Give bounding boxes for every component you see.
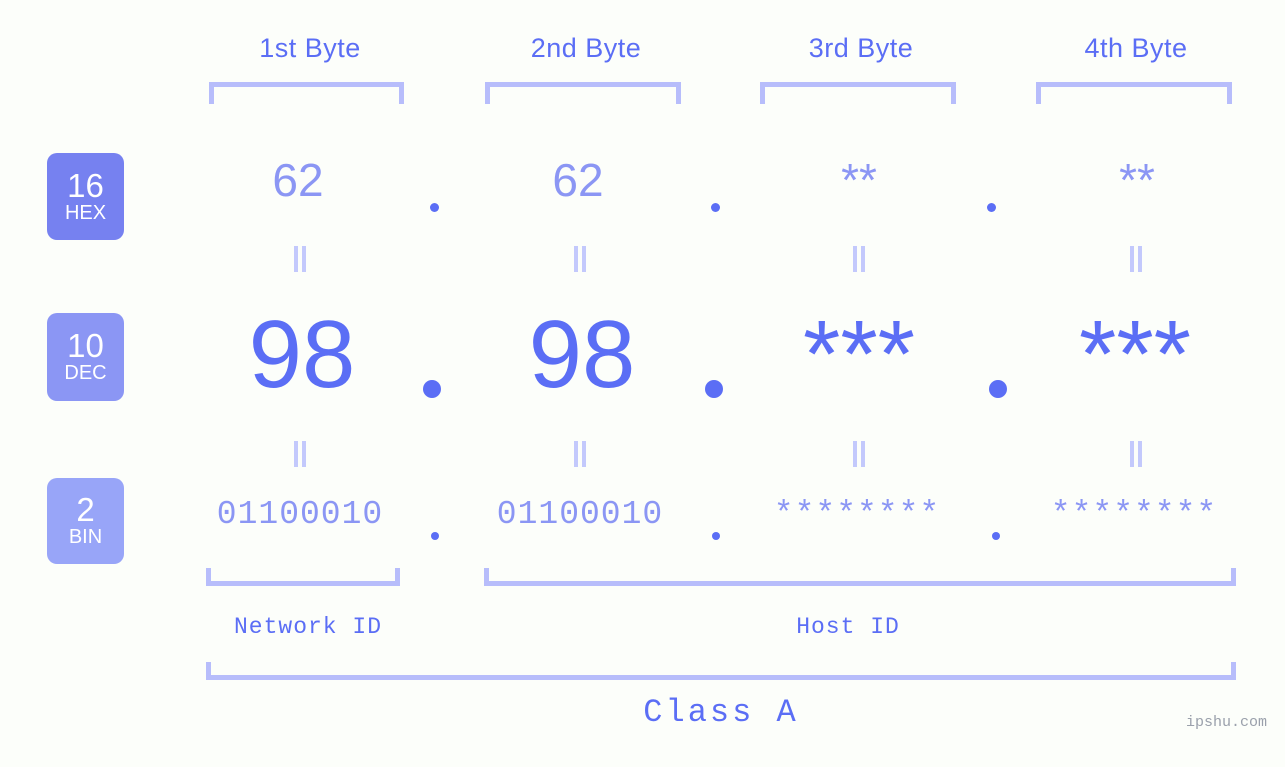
equality-mark-dec-bin-1	[292, 441, 308, 467]
host-id-bracket	[484, 568, 1236, 586]
dec-byte-4-value: ***	[1078, 301, 1192, 408]
bin-separator-dot-2	[712, 532, 720, 540]
bin-byte-3-value: ********	[773, 496, 941, 533]
byte-header-4: 4th Byte	[1084, 33, 1188, 63]
radix-badge-dec-name: DEC	[64, 362, 107, 384]
network-id-label: Network ID	[233, 614, 383, 640]
hex-separator-dot-1	[430, 203, 439, 212]
hex-separator-dot-3	[987, 203, 996, 212]
radix-badge-bin: 2 BIN	[47, 478, 124, 564]
equality-mark-dec-bin-4	[1128, 441, 1144, 467]
network-id-bracket	[206, 568, 400, 586]
dec-byte-1-value: 98	[248, 301, 356, 408]
byte-bracket-2	[485, 82, 681, 104]
hex-byte-1-value: 62	[272, 154, 324, 206]
bin-separator-dot-3	[992, 532, 1000, 540]
radix-badge-dec: 10 DEC	[47, 313, 124, 401]
radix-badge-hex-number: 16	[67, 166, 104, 204]
site-watermark: ipshu.com	[1185, 714, 1267, 731]
class-bracket	[206, 662, 1236, 680]
byte-bracket-3	[760, 82, 956, 104]
equality-mark-hex-dec-3	[851, 246, 867, 272]
byte-header-3: 3rd Byte	[808, 33, 914, 63]
hex-byte-2-value: 62	[552, 154, 604, 206]
bin-byte-1-value: 01100010	[216, 496, 384, 533]
radix-badge-dec-number: 10	[67, 327, 104, 364]
dec-byte-3-value: ***	[802, 301, 916, 408]
equality-mark-hex-dec-2	[572, 246, 588, 272]
host-id-label: Host ID	[796, 614, 900, 640]
dec-separator-dot-3	[989, 380, 1007, 398]
bin-byte-4-value: ********	[1050, 496, 1218, 533]
byte-bracket-1	[209, 82, 404, 104]
ip-address-breakdown-diagram: 1st Byte 2nd Byte 3rd Byte 4th Byte 16 H…	[0, 0, 1285, 767]
hex-byte-3-value: **	[841, 154, 877, 206]
byte-bracket-4	[1036, 82, 1232, 104]
radix-badge-hex: 16 HEX	[47, 153, 124, 240]
hex-separator-dot-2	[711, 203, 720, 212]
dec-byte-2-value: 98	[528, 301, 636, 408]
bin-byte-2-value: 01100010	[496, 496, 664, 533]
equality-mark-dec-bin-3	[851, 441, 867, 467]
radix-badge-hex-name: HEX	[64, 201, 107, 224]
radix-badge-bin-name: BIN	[68, 526, 103, 548]
dec-separator-dot-1	[423, 380, 441, 398]
radix-badge-bin-number: 2	[76, 491, 95, 528]
equality-mark-dec-bin-2	[572, 441, 588, 467]
byte-header-1: 1st Byte	[259, 33, 361, 63]
equality-mark-hex-dec-1	[292, 246, 308, 272]
equality-mark-hex-dec-4	[1128, 246, 1144, 272]
dec-separator-dot-2	[705, 380, 723, 398]
hex-byte-4-value: **	[1119, 154, 1155, 206]
bin-separator-dot-1	[431, 532, 439, 540]
byte-header-2: 2nd Byte	[530, 33, 642, 63]
class-label: Class A	[643, 694, 799, 731]
